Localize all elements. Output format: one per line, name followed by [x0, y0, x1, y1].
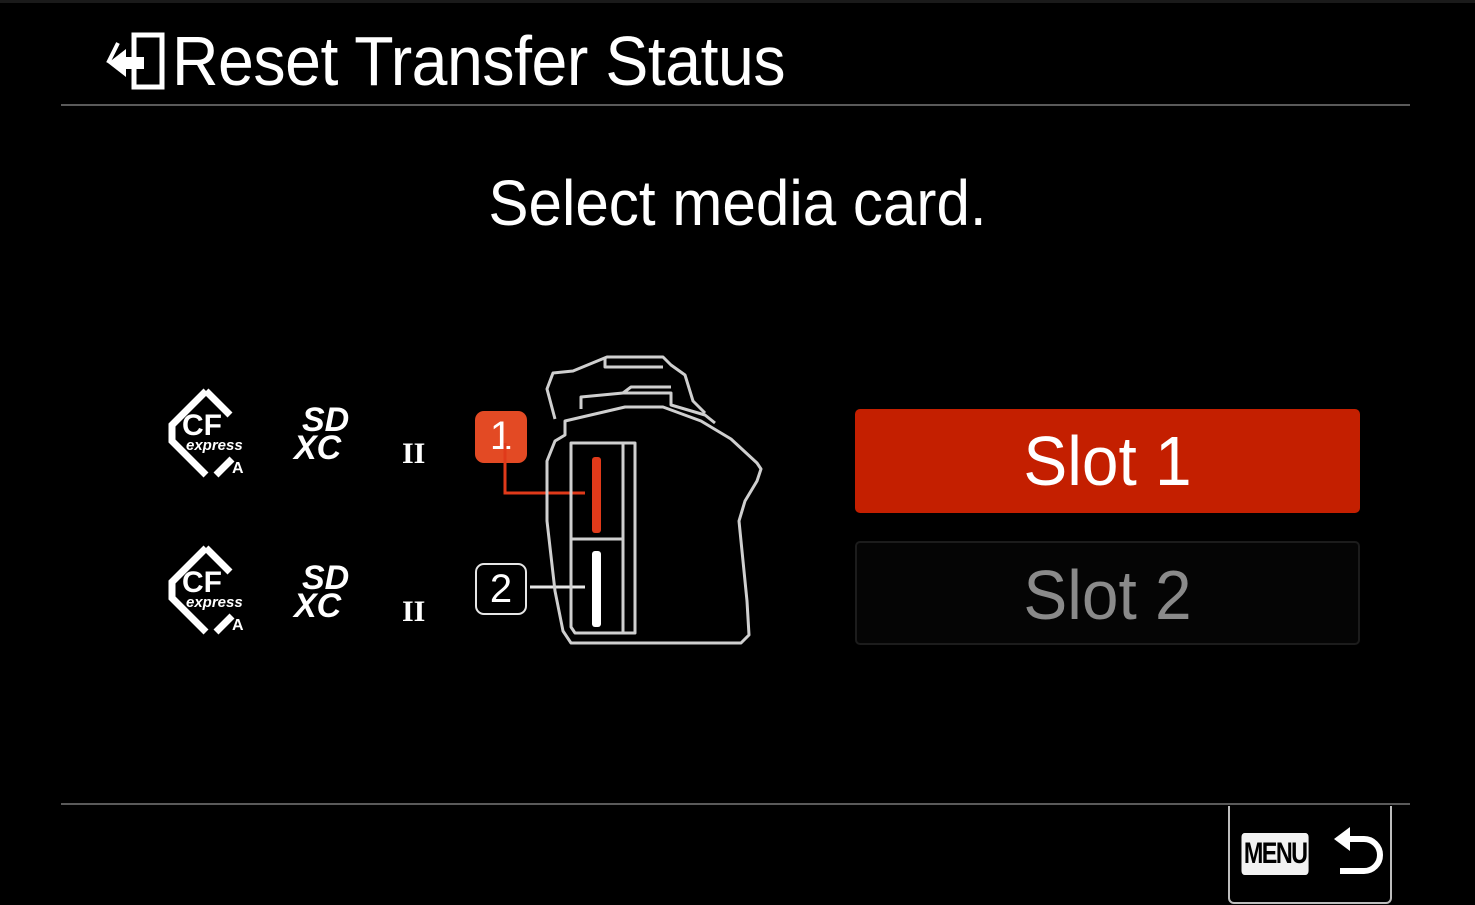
svg-text:A: A [232, 460, 244, 477]
screen: Reset Transfer Status Select media card.… [0, 0, 1475, 905]
header: Reset Transfer Status [104, 21, 838, 101]
svg-text:XC: XC [292, 429, 342, 467]
return-arrow-icon [1334, 827, 1384, 874]
sdxc-logo: SD XC II [292, 401, 425, 470]
svg-text:A: A [232, 617, 244, 634]
menu-label: MENU [1241, 833, 1309, 875]
svg-text:II: II [402, 437, 425, 470]
svg-text:express: express [186, 594, 243, 611]
sdxc-logo: SD XC II [292, 559, 425, 628]
camera-body-illustration [503, 355, 763, 645]
page-title: Reset Transfer Status [172, 22, 786, 100]
menu-back-button[interactable]: MENU [1228, 806, 1392, 904]
header-divider [61, 104, 1410, 106]
instruction-text: Select media card. [488, 167, 987, 239]
slot-1-label: Slot 1 [1023, 422, 1192, 500]
transfer-icon [106, 32, 165, 90]
slot-2-button[interactable]: Slot 2 [855, 541, 1360, 645]
svg-text:express: express [186, 437, 243, 454]
footer-divider [61, 803, 1410, 805]
slot-1-button[interactable]: Slot 1 [855, 409, 1360, 513]
svg-text:II: II [402, 595, 425, 628]
cfexpress-logo: CF express A [168, 545, 244, 635]
svg-text:XC: XC [292, 587, 342, 625]
cfexpress-logo: CF express A [168, 388, 244, 478]
slot-2-label: Slot 2 [1023, 556, 1192, 634]
